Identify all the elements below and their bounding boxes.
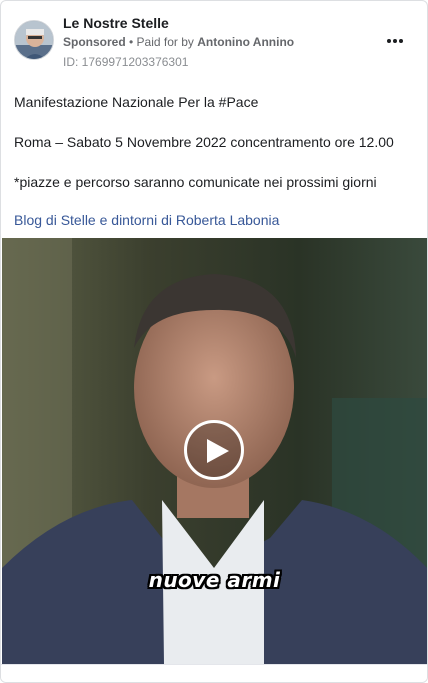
play-icon: [207, 439, 229, 463]
avatar-image: [15, 21, 53, 59]
post-line-3: *piazze e percorso saranno comunicate ne…: [14, 174, 377, 190]
separator-dot: •: [125, 35, 137, 49]
card-footer: [1, 664, 427, 682]
play-button[interactable]: [184, 420, 244, 480]
more-options-button[interactable]: [383, 32, 407, 50]
page-name[interactable]: Le Nostre Stelle: [63, 15, 169, 31]
paid-for-prefix: Paid for by: [136, 35, 198, 49]
post-line-1: Manifestazione Nazionale Per la #Pace: [14, 94, 259, 110]
post-header: Le Nostre Stelle Sponsored • Paid for by…: [1, 1, 427, 79]
ad-card: Le Nostre Stelle Sponsored • Paid for by…: [0, 0, 428, 683]
video-player[interactable]: nuove armi: [2, 238, 427, 664]
sponsored-line: Sponsored • Paid for by Antonino Annino: [63, 35, 294, 49]
video-caption: nuove armi: [148, 568, 281, 592]
page-avatar[interactable]: [14, 20, 54, 60]
sponsored-label: Sponsored: [63, 35, 126, 49]
post-line-2: Roma – Sabato 5 Novembre 2022 concentram…: [14, 134, 394, 150]
payer-name: Antonino Annino: [197, 35, 295, 49]
post-text: Manifestazione Nazionale Per la #Pace Ro…: [14, 93, 414, 213]
blog-link[interactable]: Blog di Stelle e dintorni di Roberta Lab…: [14, 212, 279, 228]
ad-id: ID: 1769971203376301: [63, 55, 189, 69]
ellipsis-icon: [386, 39, 404, 43]
